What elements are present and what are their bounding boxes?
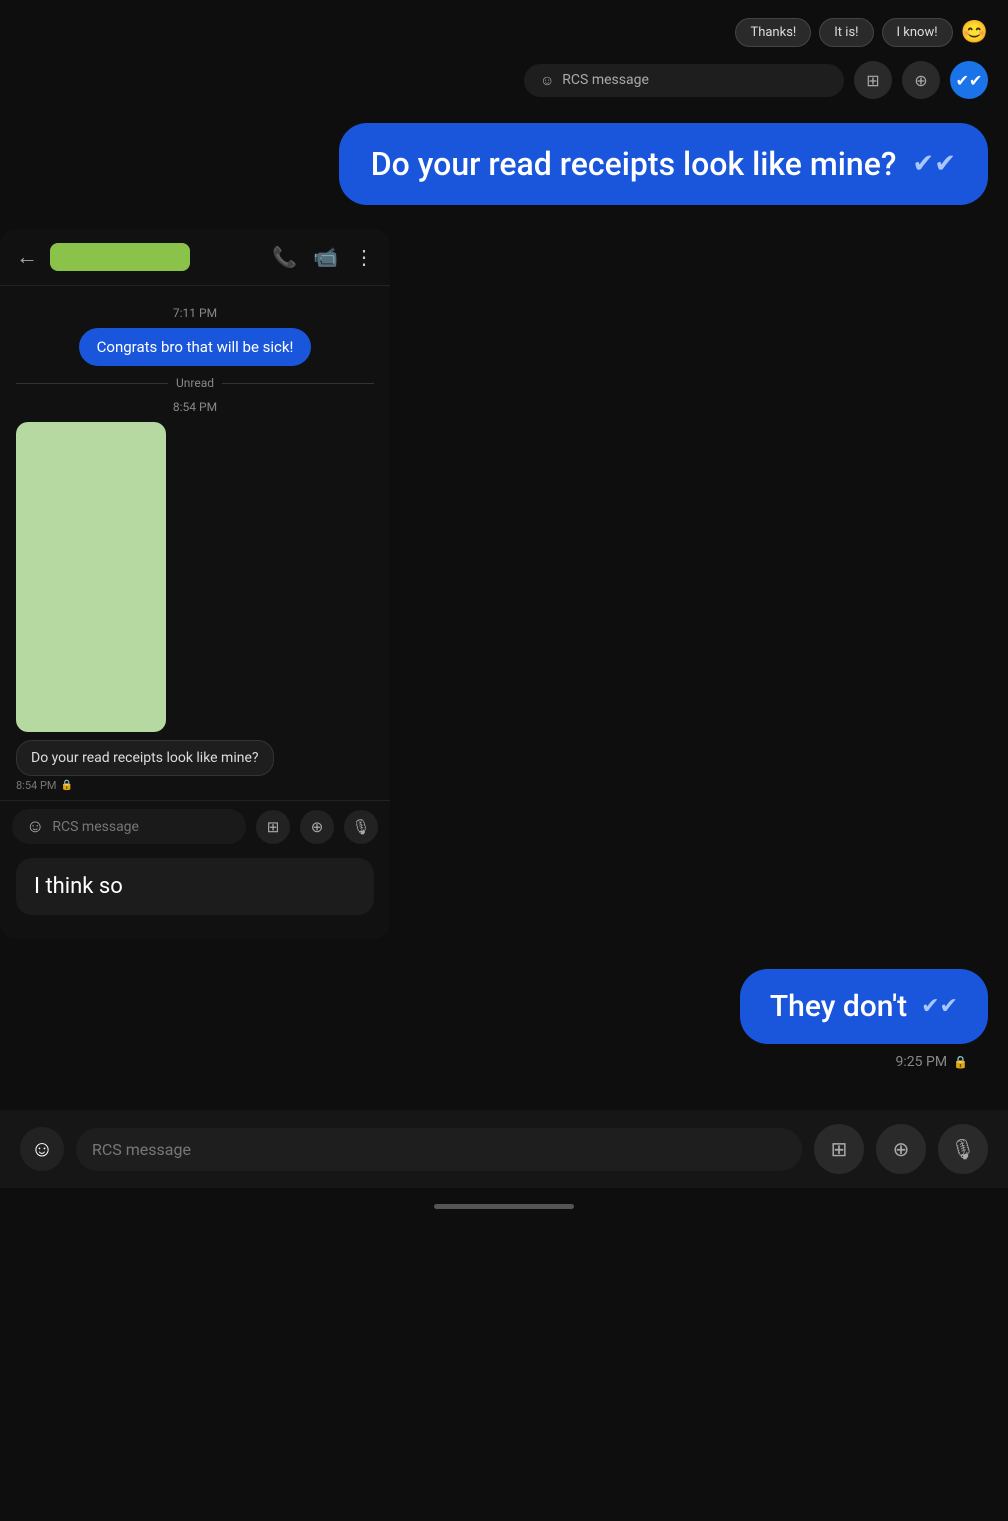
bottom-rcs-input[interactable]: RCS message [76, 1128, 802, 1171]
chat-window: ← 📞 📹 ⋮ 7:11 PM Congrats bro that will b… [0, 229, 390, 939]
they-dont-bubble-wrap: They don't ✔✔ [20, 969, 988, 1044]
bottom-add-button[interactable]: ⊕ [876, 1124, 926, 1174]
they-dont-lock-icon: 🔒 [953, 1055, 968, 1069]
send-icon-btn[interactable]: ✔✔ [950, 61, 988, 99]
time-label-2: 8:54 PM [0, 400, 390, 414]
bottom-mic-button[interactable]: 🎙 [938, 1124, 988, 1174]
inner-input-placeholder: RCS message [52, 819, 139, 835]
inner-mic-btn[interactable]: 🎙 [344, 810, 378, 844]
time-label-1: 7:11 PM [0, 306, 390, 320]
home-bar [434, 1204, 574, 1209]
inner-smiley-icon: ☺ [26, 816, 44, 837]
bubble-time: 8:54 PM [16, 779, 56, 792]
quick-reply-itis[interactable]: It is! [819, 18, 873, 47]
inner-rcs-input[interactable]: ☺ RCS message [12, 809, 246, 844]
gallery-icon-btn[interactable]: ⊞ [854, 61, 892, 99]
smiley-icon: ☺ [540, 72, 554, 89]
contact-name-placeholder [50, 243, 190, 271]
they-dont-check-icon: ✔✔ [921, 994, 958, 1019]
main-bubble: Do your read receipts look like mine? ✔✔ [339, 123, 988, 205]
messages-area: 7:11 PM Congrats bro that will be sick! … [0, 286, 390, 939]
think-so-text-area[interactable]: I think so [16, 858, 374, 915]
bubble-meta: 8:54 PM 🔒 [16, 779, 274, 792]
inner-input-bar: ☺ RCS message ⊞ ⊕ 🎙 [0, 800, 390, 852]
they-dont-time: 9:25 PM [896, 1054, 948, 1070]
bottom-gallery-icon: ⊞ [831, 1137, 848, 1161]
outgoing-small-bubble-wrap: Do your read receipts look like mine? 8:… [16, 740, 374, 792]
add-circle-icon: ⊕ [914, 71, 927, 90]
lower-section: They don't ✔✔ 9:25 PM 🔒 [0, 939, 1008, 1110]
gallery-icon: ⊞ [866, 71, 879, 90]
more-icon[interactable]: ⋮ [354, 245, 374, 269]
main-bubble-check-icon: ✔✔ [912, 149, 956, 179]
inner-gallery-btn[interactable]: ⊞ [256, 810, 290, 844]
outgoing-small-bubble: Do your read receipts look like mine? 8:… [16, 740, 274, 792]
header-icons: 📞 📹 ⋮ [272, 245, 374, 269]
quick-reply-emoji[interactable]: 😊 [961, 20, 988, 45]
inner-add-btn[interactable]: ⊕ [300, 810, 334, 844]
unread-label: Unread [176, 376, 214, 390]
checkmark-send-icon: ✔✔ [956, 71, 983, 90]
incoming-bubble-text: Congrats bro that will be sick! [79, 328, 312, 366]
top-rcs-input[interactable]: ☺ RCS message [524, 64, 844, 97]
unread-line-left [16, 383, 168, 384]
quick-reply-thanks[interactable]: Thanks! [735, 18, 811, 47]
chat-header: ← 📞 📹 ⋮ [0, 229, 390, 286]
main-outgoing-bubble-wrap: Do your read receipts look like mine? ✔✔ [0, 107, 1008, 229]
top-input-placeholder: RCS message [562, 72, 649, 88]
inner-add-icon: ⊕ [311, 818, 324, 836]
outgoing-bubble-text: Do your read receipts look like mine? [16, 740, 274, 776]
back-button[interactable]: ← [16, 244, 38, 270]
bottom-smiley-icon: ☺ [31, 1136, 53, 1162]
top-input-bar: ☺ RCS message ⊞ ⊕ ✔✔ [0, 57, 1008, 107]
bottom-input-bar: ☺ RCS message ⊞ ⊕ 🎙 [0, 1110, 1008, 1188]
video-icon[interactable]: 📹 [313, 245, 338, 269]
they-dont-text: They don't [770, 989, 907, 1024]
bottom-gallery-button[interactable]: ⊞ [814, 1124, 864, 1174]
lock-icon: 🔒 [60, 780, 72, 791]
call-icon[interactable]: 📞 [272, 245, 297, 269]
bottom-emoji-button[interactable]: ☺ [20, 1127, 64, 1171]
they-dont-bubble: They don't ✔✔ [740, 969, 988, 1044]
they-dont-meta: 9:25 PM 🔒 [20, 1054, 988, 1070]
main-bubble-text: Do your read receipts look like mine? [371, 145, 897, 183]
unread-line-right [222, 383, 374, 384]
quick-reply-iknow[interactable]: I know! [882, 18, 953, 47]
inner-mic-icon: 🎙 [351, 818, 370, 836]
incoming-message-1: Congrats bro that will be sick! [16, 328, 374, 366]
inner-gallery-icon: ⊞ [267, 818, 280, 836]
bottom-mic-icon: 🎙 [950, 1137, 975, 1161]
add-icon-btn[interactable]: ⊕ [902, 61, 940, 99]
home-indicator [0, 1188, 1008, 1217]
bottom-input-placeholder: RCS message [92, 1140, 191, 1159]
unread-divider: Unread [16, 376, 374, 390]
image-message-placeholder [16, 422, 166, 732]
quick-replies-bar: Thanks! It is! I know! 😊 [0, 0, 1008, 57]
bottom-add-icon: ⊕ [893, 1137, 910, 1161]
